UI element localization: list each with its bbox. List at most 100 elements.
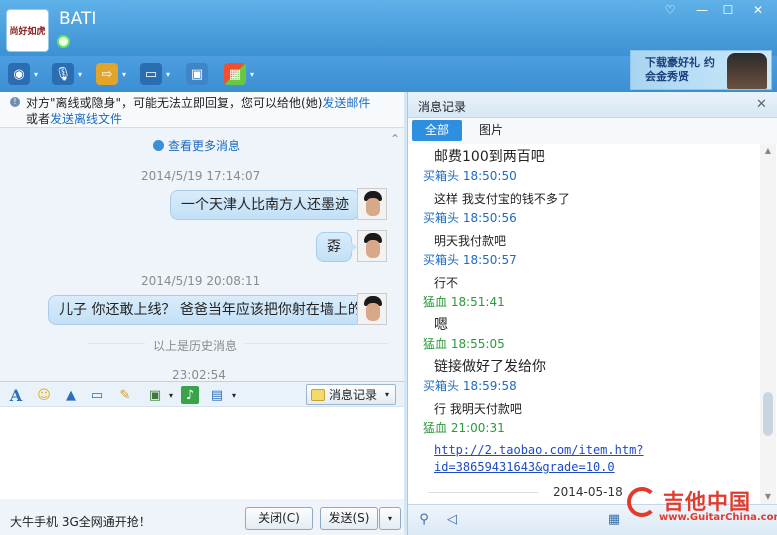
history-sender: 买箱头 18:50:57 (423, 253, 517, 267)
history-scrollbar[interactable]: ▲ ▼ (760, 144, 776, 504)
chevron-down-icon: ▾ (122, 69, 127, 79)
history-message: 这样 我支付宝的钱不多了 (434, 192, 570, 206)
apps-icon: ▦ (224, 63, 246, 85)
chat-bubble: 孬 (316, 232, 357, 262)
avatar[interactable] (357, 293, 387, 325)
speaker-icon[interactable]: ◁ (444, 512, 460, 528)
scroll-up-icon[interactable]: ▲ (763, 146, 773, 156)
history-tabs: 全部 图片 (408, 118, 777, 144)
message-history-panel: 消息记录 ✕ 全部 图片 邮费100到两百吧买箱头 18:50:50 这样 我支付… (407, 92, 777, 535)
tab-images[interactable]: 图片 (466, 120, 516, 141)
search-icon[interactable]: ⚲ (416, 512, 432, 528)
history-message: 链接做好了发给你 (434, 359, 546, 375)
chevron-down-icon[interactable]: ▾ (162, 386, 180, 404)
minimize-button[interactable]: — (692, 3, 712, 19)
close-history-button[interactable]: ✕ (756, 97, 767, 112)
music-icon[interactable]: ♪ (181, 386, 199, 404)
online-status-icon (57, 35, 70, 48)
history-message: 行不 (434, 276, 459, 290)
history-sender: 猛血 21:00:31 (423, 421, 505, 435)
avatar[interactable] (357, 188, 387, 220)
avatar[interactable] (357, 230, 387, 262)
offline-notice: ! 对方"离线或隐身"，可能无法立即回复，您可以给他(她)发送邮件 或者发送离线… (0, 92, 404, 128)
chat-bubble: 儿子 你还敢上线？ 爸爸当年应该把你射在墙上的 (48, 295, 378, 325)
input-toolbar: A ☺ ▲ ▭ ✎ ▣ ▾ ♪ ▤ ▾ 消息记录 ▾ (0, 381, 404, 407)
history-header: 消息记录 ✕ (408, 92, 777, 118)
message-record-label: 消息记录 (329, 388, 378, 402)
maximize-button[interactable]: ☐ (718, 3, 738, 19)
chat-bubble: 一个天津人比南方人还墨迹 (170, 190, 365, 220)
contact-avatar[interactable]: 尚好如虎 (6, 9, 49, 52)
screen-share-button[interactable]: ▣ (186, 62, 208, 86)
chevron-down-icon: ▾ (34, 69, 39, 79)
chat-panel: ! 对方"离线或隐身"，可能无法立即回复，您可以给他(她)发送邮件 或者发送离线… (0, 92, 404, 535)
shake-icon[interactable]: ▲ (62, 386, 80, 404)
chevron-down-icon: ▾ (78, 69, 83, 79)
view-more-label: 查看更多消息 (168, 139, 241, 153)
view-more-messages-link[interactable]: 查看更多消息 (153, 137, 240, 154)
note-icon[interactable]: ✎ (116, 386, 134, 404)
collapse-notice-icon[interactable]: ⌃ (390, 132, 400, 146)
bottom-bar: 大牛手机 3G全网通开抢！ 关闭(C) 发送(S) ▾ (0, 499, 404, 535)
message-timestamp: 2014/5/19 17:14:07 (141, 169, 261, 183)
chevron-down-icon[interactable]: ▾ (225, 386, 243, 404)
notice-text-2: 或者 (26, 112, 51, 126)
history-sender: 买箱头 18:59:58 (423, 379, 517, 393)
history-link[interactable]: http://2.taobao.com/item.htm?id=38659431… (434, 442, 754, 476)
clock-icon (153, 140, 164, 151)
watermark-logo (627, 487, 657, 517)
video-call-button[interactable]: ◉ ▾ (8, 62, 38, 86)
history-message: 明天我付款吧 (434, 234, 507, 248)
remote-desktop-icon: ▭ (140, 63, 162, 85)
emoji-icon[interactable]: ☺ (35, 386, 53, 404)
tab-all[interactable]: 全部 (412, 120, 462, 141)
screenshot-icon[interactable]: ▭ (88, 386, 106, 404)
history-message: 行 我明天付款吧 (434, 402, 522, 416)
ad-text: 下载豪好礼 约会金秀贤 (645, 56, 715, 83)
file-transfer-button[interactable]: ⇨ ▾ (96, 62, 126, 86)
history-divider: 以上是历史消息 (145, 337, 246, 354)
video-call-icon: ◉ (8, 63, 30, 85)
history-sender: 买箱头 18:50:56 (423, 211, 517, 225)
send-button[interactable]: 发送(S) (320, 507, 378, 530)
message-record-button[interactable]: 消息记录 ▾ (306, 384, 396, 405)
skin-icon[interactable]: ♡ (660, 3, 680, 19)
message-input[interactable] (0, 407, 404, 499)
watermark: 吉他中国 www.GuitarChina.com (625, 485, 777, 533)
date-separator-line (428, 492, 538, 493)
send-email-link[interactable]: 发送邮件 (322, 96, 370, 110)
chevron-down-icon: ▾ (250, 69, 255, 79)
font-icon[interactable]: A (7, 386, 25, 405)
history-sender: 猛血 18:51:41 (423, 295, 505, 309)
date-separator: 2014-05-18 (553, 485, 623, 499)
watermark-url: www.GuitarChina.com (659, 512, 777, 523)
ad-image (727, 53, 767, 89)
history-sender: 买箱头 18:50:50 (423, 169, 517, 183)
contact-name[interactable]: BATI (59, 9, 96, 29)
apps-button[interactable]: ▦ ▾ (224, 62, 254, 86)
history-message: 邮费100到两百吧 (434, 149, 545, 165)
history-sender: 猛血 18:55:05 (423, 337, 505, 351)
logo-text: 尚好如虎 (9, 27, 46, 37)
more-tools-icon[interactable]: ▤ (208, 386, 226, 404)
file-transfer-icon: ⇨ (96, 63, 118, 85)
chevron-down-icon: ▾ (385, 390, 390, 399)
ad-banner[interactable]: 下载豪好礼 约会金秀贤 (630, 50, 772, 90)
calendar-icon[interactable]: ▦ (606, 512, 622, 528)
promo-text[interactable]: 大牛手机 3G全网通开抢！ (10, 513, 151, 530)
scroll-thumb[interactable] (763, 392, 773, 436)
remote-desktop-button[interactable]: ▭ ▾ (140, 62, 170, 86)
message-timestamp: 2014/5/19 20:08:11 (141, 274, 261, 288)
screen-share-icon: ▣ (186, 63, 208, 85)
close-button[interactable]: 关闭(C) (245, 507, 313, 530)
send-options-button[interactable]: ▾ (379, 507, 401, 530)
message-record-icon (311, 388, 325, 401)
send-offline-file-link[interactable]: 发送离线文件 (50, 112, 122, 126)
info-icon: ! (10, 97, 20, 107)
close-window-button[interactable]: ✕ (748, 3, 768, 19)
message-timestamp: 23:02:54 (172, 368, 226, 382)
history-message: 嗯 (434, 317, 448, 333)
voice-call-button[interactable]: 🎙 ▾ (52, 62, 82, 86)
microphone-icon: 🎙 (52, 63, 74, 85)
history-log: 邮费100到两百吧买箱头 18:50:50 这样 我支付宝的钱不多了买箱头 18:… (408, 144, 760, 504)
